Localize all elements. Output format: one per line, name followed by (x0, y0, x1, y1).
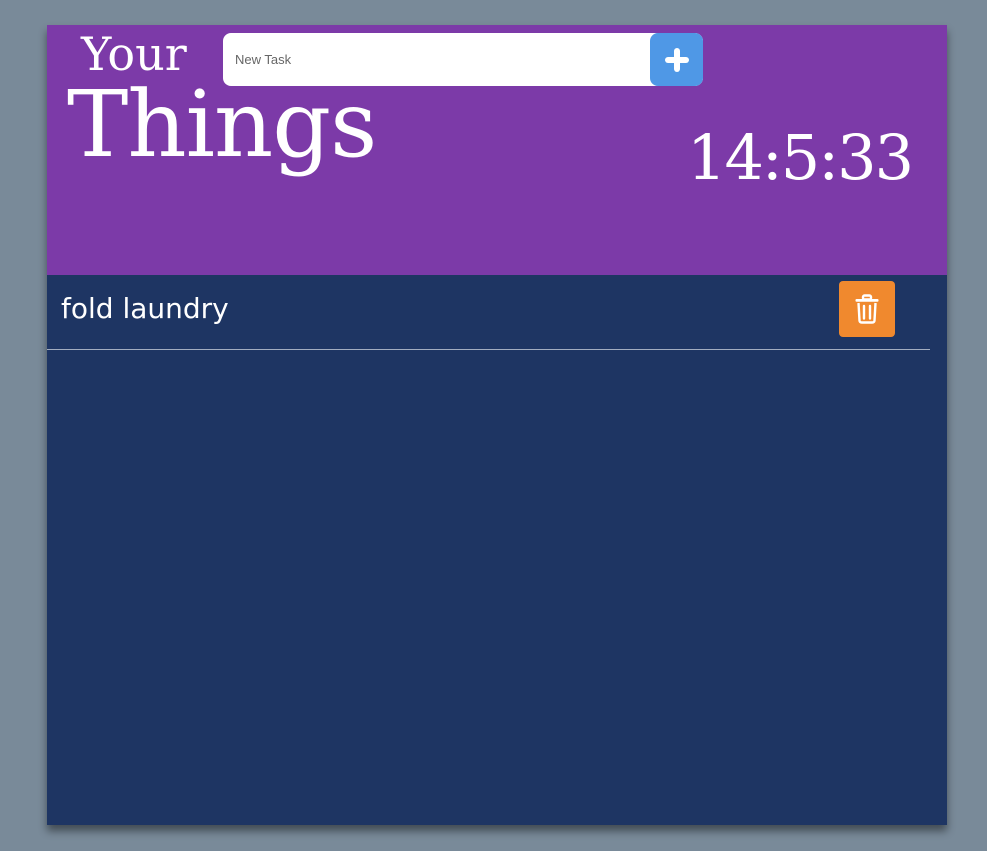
new-task-input[interactable] (223, 33, 703, 86)
todo-app: Your Things 14:5:33 fold laundry (47, 25, 947, 825)
plus-icon (664, 47, 689, 72)
task-text: fold laundry (61, 292, 229, 325)
page-title: Things (67, 71, 377, 178)
task-list: fold laundry (47, 275, 930, 350)
delete-task-button[interactable] (839, 281, 895, 337)
trash-icon (855, 294, 879, 324)
header: Your Things 14:5:33 (47, 25, 947, 275)
add-task-button[interactable] (650, 33, 703, 86)
clock: 14:5:33 (687, 121, 914, 194)
list-item: fold laundry (47, 275, 930, 350)
